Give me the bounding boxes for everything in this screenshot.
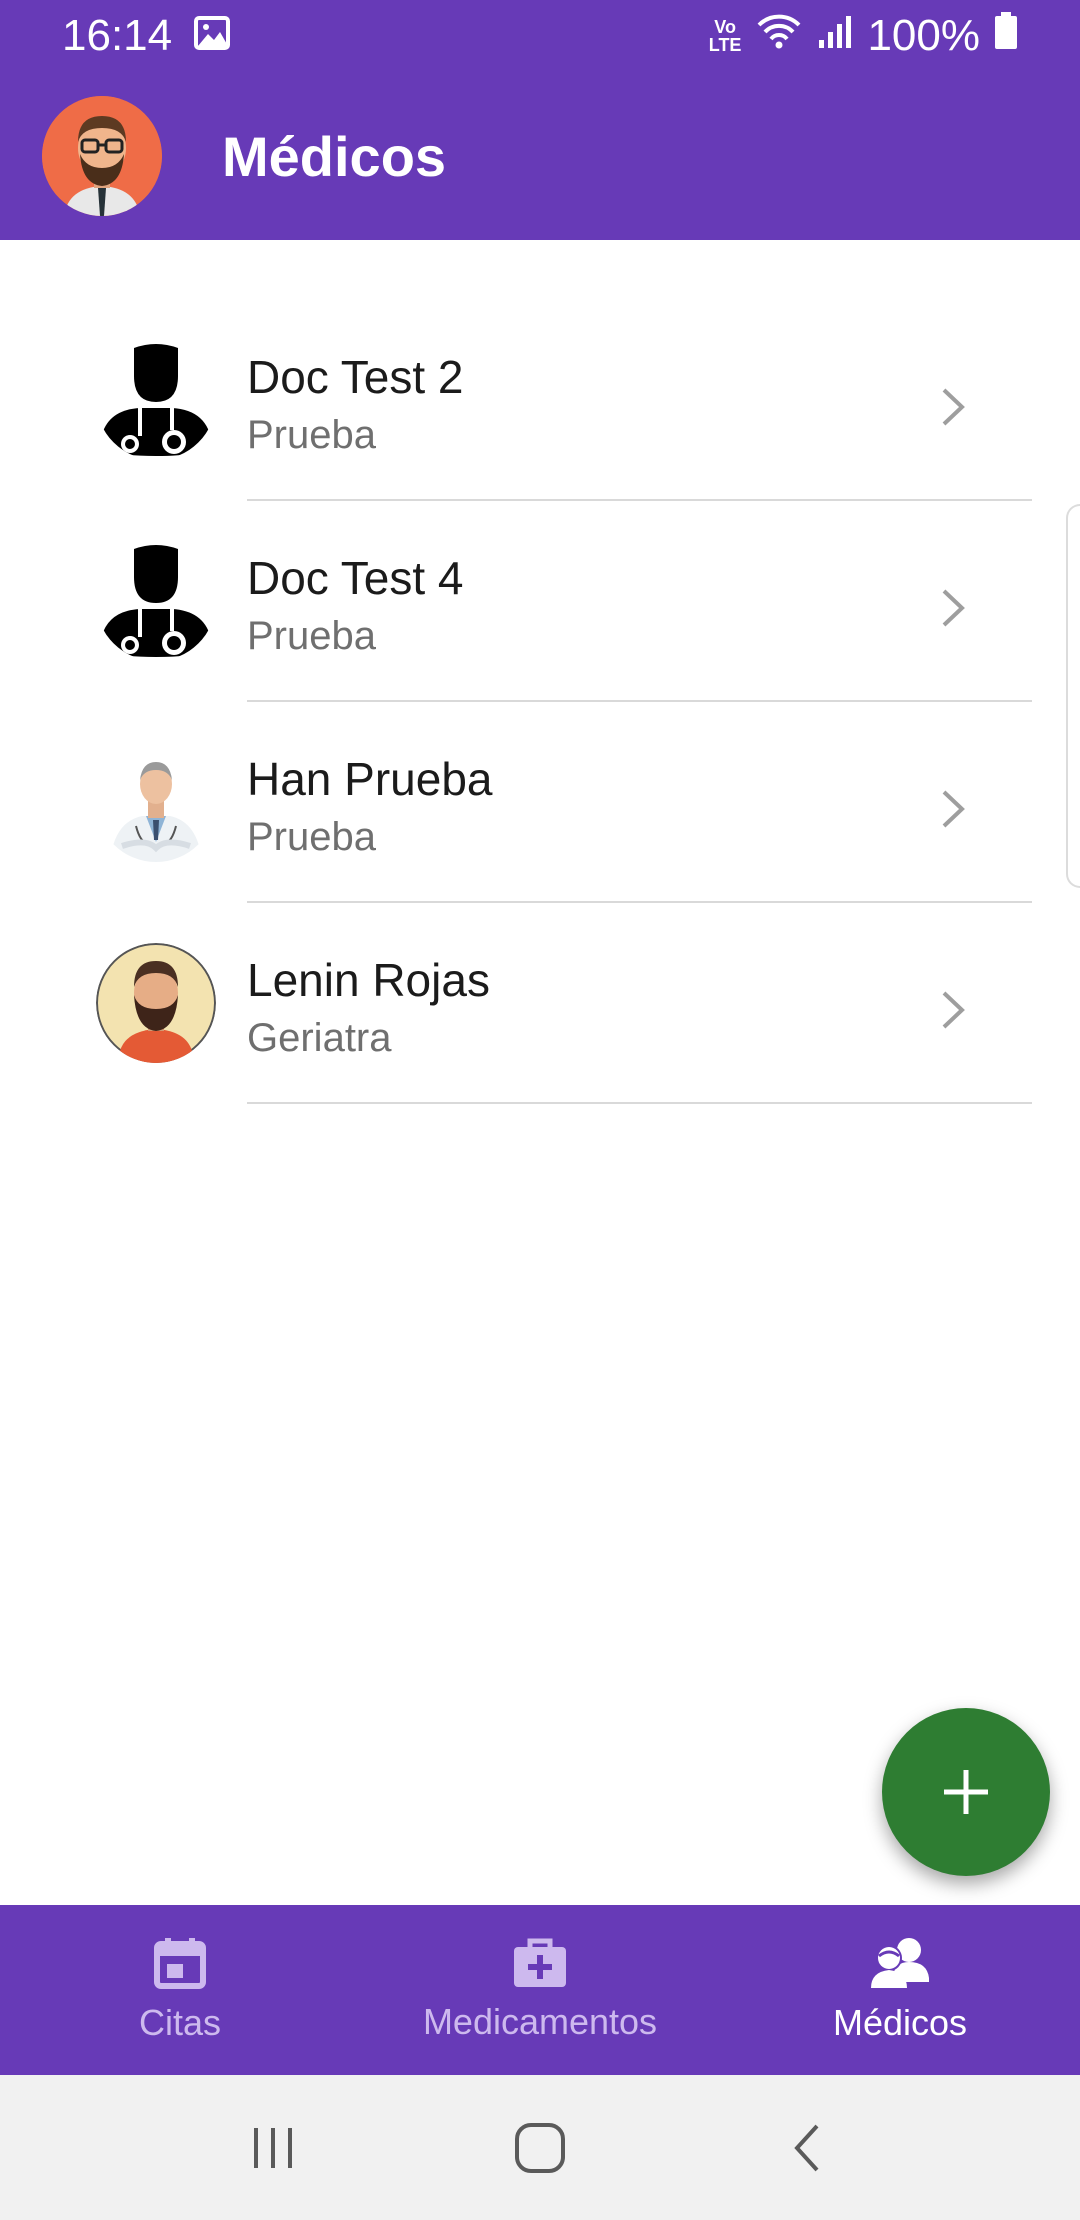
- bearded-man-avatar: [96, 943, 216, 1063]
- doctor-silhouette-icon: [96, 340, 216, 460]
- recent-apps-icon: [254, 2127, 293, 2168]
- app-bar: Médicos: [0, 72, 1080, 240]
- nav-citas[interactable]: Citas: [0, 1905, 360, 2075]
- back-icon: [793, 2124, 819, 2171]
- wifi-icon: [755, 11, 803, 62]
- nav-medicos[interactable]: Médicos: [720, 1905, 1080, 2075]
- doctor-list-item[interactable]: Lenin Rojas Geriatra: [0, 903, 1080, 1104]
- chevron-right-icon: [942, 790, 965, 828]
- home-icon: [514, 2122, 565, 2173]
- volte-bottom-label: LTE: [708, 35, 742, 55]
- doctor-list-item[interactable]: Doc Test 2 Prueba: [0, 300, 1080, 501]
- doctor-name: Doc Test 2: [247, 351, 464, 403]
- nav-medicamentos[interactable]: Medicamentos: [360, 1905, 720, 2075]
- doctor-name: Han Prueba: [247, 753, 493, 805]
- doctors-icon: [871, 1938, 929, 1988]
- battery-icon: [994, 11, 1018, 61]
- doctor-specialty: Prueba: [247, 413, 376, 458]
- volte-indicator: Vo LTE: [709, 18, 742, 54]
- status-time: 16:14: [62, 11, 173, 60]
- doctor-list-item[interactable]: Han Prueba Prueba: [0, 702, 1080, 903]
- page-title: Médicos: [222, 124, 447, 188]
- doctors-list: Doc Test 2 Prueba Doc Test 4 Prueba Han …: [0, 300, 1080, 1104]
- doctor-specialty: Geriatra: [247, 1016, 392, 1061]
- doctor-photo: [96, 742, 216, 862]
- recent-apps-button[interactable]: [233, 2108, 313, 2188]
- chevron-right-icon: [942, 388, 965, 426]
- add-doctor-button[interactable]: [882, 1708, 1050, 1876]
- doctor-specialty: Prueba: [247, 815, 376, 860]
- system-navigation-bar: [0, 2075, 1080, 2220]
- doctor-name: Doc Test 4: [247, 552, 464, 604]
- status-bar: 16:14 Vo LTE 100%: [0, 0, 1080, 72]
- calendar-icon: [154, 1938, 206, 1989]
- nav-citas-label: Citas: [138, 2002, 222, 2043]
- volte-top-label: Vo: [714, 17, 736, 37]
- nav-medicamentos-label: Medicamentos: [422, 2001, 658, 2042]
- home-button[interactable]: [500, 2108, 580, 2188]
- user-avatar[interactable]: [42, 96, 162, 216]
- divider: [247, 1102, 1032, 1104]
- signal-icon: [817, 11, 853, 61]
- doctor-name: Lenin Rojas: [247, 954, 490, 1006]
- doctor-specialty: Prueba: [247, 614, 376, 659]
- doctor-silhouette-icon: [96, 541, 216, 661]
- doctor-list-item[interactable]: Doc Test 4 Prueba: [0, 501, 1080, 702]
- battery-percent: 100%: [867, 11, 980, 60]
- gallery-notification-icon: [194, 11, 231, 61]
- chevron-right-icon: [942, 991, 965, 1029]
- edge-panel-handle[interactable]: [1066, 504, 1080, 888]
- nav-medicos-label: Médicos: [832, 2002, 968, 2043]
- chevron-right-icon: [942, 589, 965, 627]
- plus-icon: [944, 1770, 988, 1814]
- back-button[interactable]: [767, 2108, 847, 2188]
- bottom-navigation: Citas Medicamentos Médicos: [0, 1905, 1080, 2075]
- medkit-icon: [514, 1938, 566, 1987]
